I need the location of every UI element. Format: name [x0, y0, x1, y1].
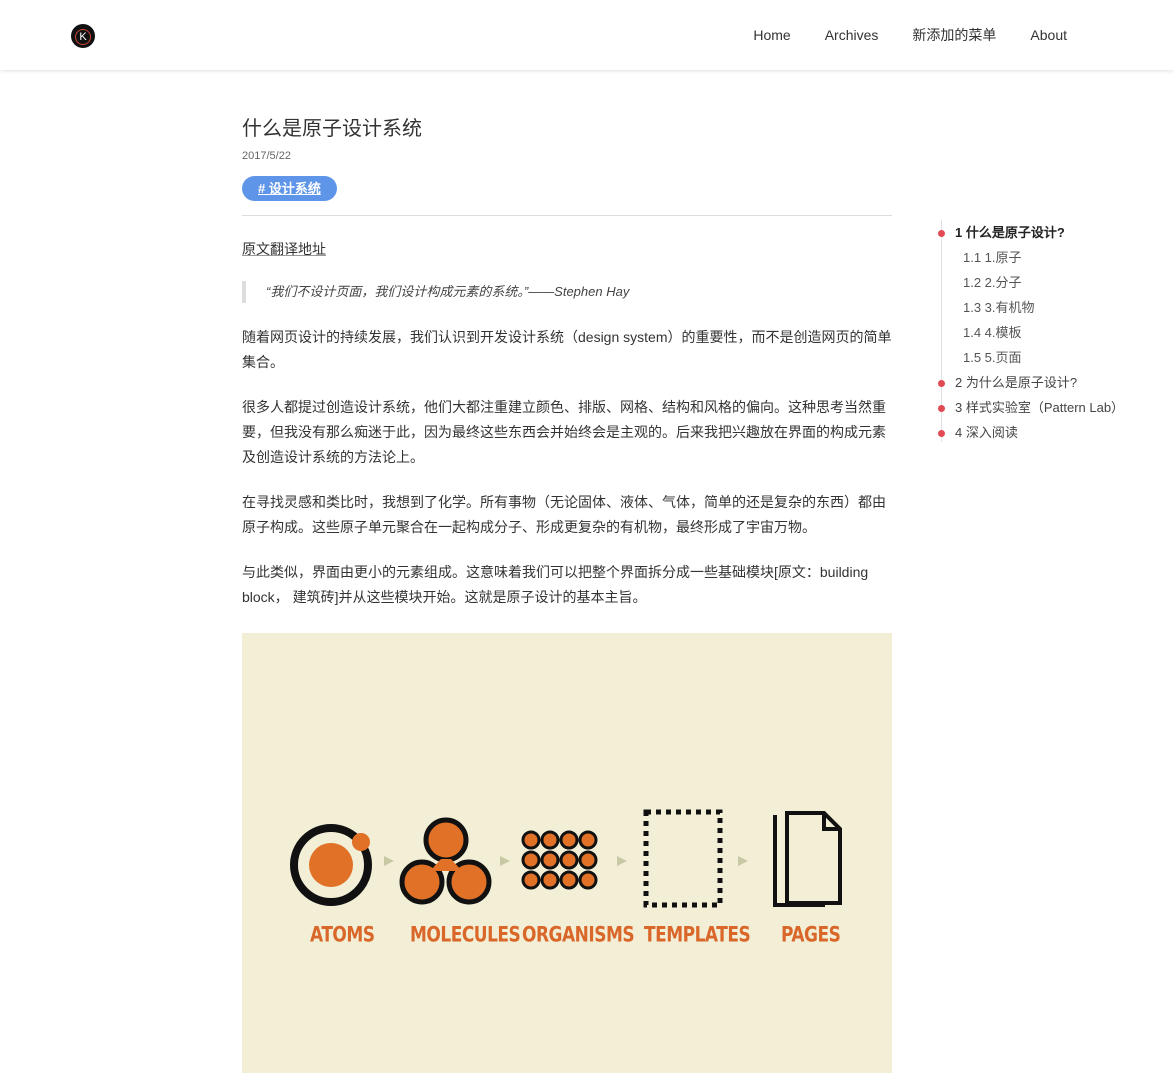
post-date: 2017/5/22: [242, 150, 291, 162]
atom-icon: [290, 824, 372, 906]
organism-icon: [521, 830, 598, 890]
paragraph: 与此类似，界面由更小的元素组成。这意味着我们可以把整个界面拆分成一些基础模块[原…: [242, 564, 869, 605]
paragraph: 随着网页设计的持续发展，我们认识到开发设计系统（design system）的重…: [242, 329, 892, 370]
figure-label: PAGES: [781, 922, 841, 948]
figure-label: ORGANISMS: [522, 922, 635, 948]
toc-dot-icon: [938, 405, 945, 412]
logo-letter: K: [75, 29, 91, 45]
figure-label: TEMPLATES: [644, 922, 751, 948]
main-nav: Home Archives 新添加的菜单 About: [719, 26, 1067, 44]
toc-item[interactable]: 1.5 5.页面: [941, 345, 1141, 370]
atomic-design-illustration: [290, 809, 842, 908]
toc-item[interactable]: 1.3 3.有机物: [941, 295, 1141, 320]
divider: [242, 215, 892, 216]
toc-item[interactable]: 1.4 4.模板: [941, 320, 1141, 345]
source-link[interactable]: 原文翻译地址: [242, 239, 326, 259]
toc-item[interactable]: 4 深入阅读: [938, 420, 1141, 445]
toc-dot-icon: [938, 380, 945, 387]
arrow-icon: [384, 856, 394, 866]
paragraph: 很多人都提过创造设计系统，他们大都注重建立颜色、排版、网格、结构和风格的偏向。这…: [242, 399, 886, 465]
article: 什么是原子设计系统 2017/5/22 # 设计系统 原文翻译地址 “我们不设计…: [242, 116, 892, 610]
page-title: 什么是原子设计系统: [242, 118, 422, 140]
template-icon: [643, 809, 723, 908]
site-header: K Home Archives 新添加的菜单 About: [0, 0, 1174, 70]
nav-about[interactable]: About: [1030, 26, 1067, 44]
nav-home[interactable]: Home: [753, 26, 790, 44]
toc-item[interactable]: 1.1 1.原子: [941, 245, 1141, 270]
toc-item[interactable]: 1.2 2.分子: [941, 270, 1141, 295]
pages-icon: [773, 811, 842, 907]
tag-badge[interactable]: # 设计系统: [242, 176, 337, 201]
nav-custom-menu[interactable]: 新添加的菜单: [912, 26, 996, 44]
table-of-contents: 1 什么是原子设计? 1.1 1.原子 1.2 2.分子 1.3 3.有机物 1…: [938, 220, 1141, 445]
toc-item[interactable]: 1 什么是原子设计?: [938, 220, 1141, 245]
atomic-design-figure: ATOMS MOLECULES ORGANISMS TEMPLATES PAGE…: [242, 633, 892, 1073]
paragraph: 在寻找灵感和类比时，我想到了化学。所有事物（无论固体、液体、气体，简单的还是复杂…: [242, 494, 886, 535]
arrow-icon: [500, 856, 510, 866]
site-logo[interactable]: K: [71, 24, 95, 48]
arrow-icon: [738, 856, 748, 866]
figure-label: ATOMS: [310, 922, 375, 948]
toc-item[interactable]: 2 为什么是原子设计?: [938, 370, 1141, 395]
arrow-icon: [617, 856, 627, 866]
figure-label: MOLECULES: [410, 922, 521, 948]
toc-item[interactable]: 3 样式实验室（Pattern Lab）: [938, 395, 1141, 420]
blockquote: “我们不设计页面，我们设计构成元素的系统。”——Stephen Hay: [242, 281, 892, 303]
toc-dot-icon: [938, 230, 945, 237]
nav-archives[interactable]: Archives: [825, 26, 879, 44]
molecule-icon: [399, 817, 492, 905]
toc-dot-icon: [938, 430, 945, 437]
